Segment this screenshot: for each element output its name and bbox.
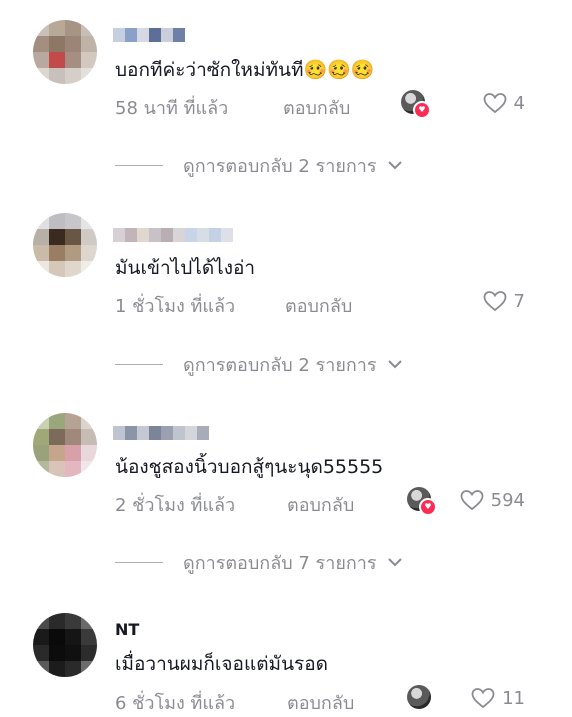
- comment-timestamp: 2 ชั่วโมง ที่แล้ว: [115, 495, 236, 516]
- like-button[interactable]: 594: [459, 488, 525, 512]
- view-replies-button[interactable]: ดูการตอบกลับ 7 รายการ: [115, 550, 403, 574]
- username-pixelated[interactable]: [113, 28, 185, 44]
- like-count: 4: [513, 92, 525, 114]
- divider-line: [115, 363, 163, 365]
- heart-outline-icon: [471, 688, 495, 709]
- heart-outline-icon: [483, 291, 506, 312]
- comment-timestamp: 58 นาที ที่แล้ว: [115, 98, 229, 119]
- username[interactable]: NT: [115, 620, 139, 639]
- like-count: 7: [513, 290, 525, 312]
- creator-liked-badge: ♥: [407, 487, 437, 516]
- comment-timestamp: 6 ชั่วโมง ที่แล้ว: [115, 693, 236, 714]
- heart-outline-icon: [460, 490, 484, 511]
- comment-meta: 58 นาที ที่แล้ว ตอบกลับ ♥ 4: [115, 90, 525, 122]
- heart-badge-icon: ♥: [419, 498, 437, 516]
- view-replies-label: ดูการตอบกลับ 2 รายการ: [183, 354, 377, 376]
- reply-button[interactable]: ตอบกลับ: [285, 291, 352, 320]
- heart-outline-icon: [483, 93, 506, 114]
- like-button[interactable]: 4: [482, 91, 525, 115]
- like-count: 11: [502, 687, 525, 709]
- view-replies-button[interactable]: ดูการตอบกลับ 2 รายการ: [115, 352, 403, 376]
- chevron-down-icon: [387, 161, 402, 170]
- divider-line: [115, 561, 163, 563]
- username-pixelated[interactable]: [113, 228, 233, 244]
- avatar[interactable]: [33, 20, 97, 84]
- creator-liked-badge: [407, 685, 433, 711]
- like-button[interactable]: 7: [482, 289, 525, 313]
- view-replies-label: ดูการตอบกลับ 2 รายการ: [183, 155, 377, 177]
- heart-badge-icon: ♥: [413, 101, 431, 119]
- like-button[interactable]: 11: [470, 686, 525, 710]
- comment-text: น้องชูสองนิ้วบอกสู้ๆนะนุด55555: [115, 456, 384, 478]
- comment-text: บอกทีค่ะว่าซักใหม่ทันที🥴🥴🥴: [115, 59, 375, 81]
- comment-meta: 2 ชั่วโมง ที่แล้ว ตอบกลับ ♥ 594: [115, 487, 525, 519]
- creator-liked-badge: ♥: [401, 90, 431, 119]
- view-replies-button[interactable]: ดูการตอบกลับ 2 รายการ: [115, 153, 403, 177]
- like-count: 594: [490, 489, 525, 511]
- reply-button[interactable]: ตอบกลับ: [283, 93, 350, 122]
- view-replies-label: ดูการตอบกลับ 7 รายการ: [183, 552, 377, 574]
- avatar[interactable]: [33, 613, 97, 677]
- reply-button[interactable]: ตอบกลับ: [287, 490, 354, 519]
- reply-button[interactable]: ตอบกลับ: [287, 688, 354, 717]
- comment-timestamp: 1 ชั่วโมง ที่แล้ว: [115, 296, 236, 317]
- creator-avatar: [407, 685, 431, 709]
- comment-text: มันเข้าไปได้ไงอ่า: [115, 257, 256, 279]
- divider-line: [115, 164, 163, 166]
- avatar[interactable]: [33, 213, 97, 277]
- username-pixelated[interactable]: [113, 426, 209, 442]
- comment-meta: 1 ชั่วโมง ที่แล้ว ตอบกลับ 7: [115, 289, 525, 320]
- chevron-down-icon: [387, 360, 402, 369]
- chevron-down-icon: [387, 558, 402, 567]
- avatar[interactable]: [33, 413, 97, 477]
- comment-meta: 6 ชั่วโมง ที่แล้ว ตอบกลับ 11: [115, 685, 525, 717]
- comment-text: เมื่อวานผมก็เจอแต่มันรอด: [115, 653, 329, 675]
